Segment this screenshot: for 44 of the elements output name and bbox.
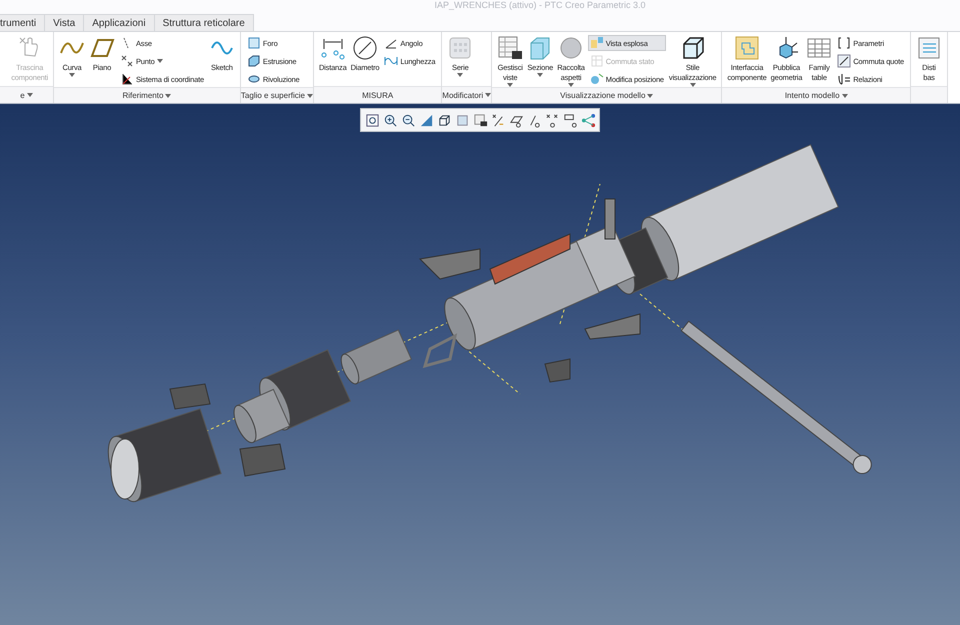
nodes-icon[interactable] — [580, 112, 596, 128]
ribbon-tab[interactable]: Vista — [44, 14, 84, 31]
caret-icon — [457, 73, 464, 77]
tool-icon — [916, 35, 942, 61]
group-label[interactable]: Visualizzazione modello — [560, 91, 646, 100]
tool-icon — [837, 54, 852, 68]
caret-icon — [165, 94, 172, 98]
tool-icon — [590, 36, 604, 50]
caret-icon — [156, 59, 163, 63]
caret-icon — [842, 94, 848, 98]
tool-icon — [837, 72, 852, 86]
caret-icon — [647, 94, 654, 98]
tool-icon — [352, 35, 378, 61]
tool-icon — [447, 35, 474, 61]
zoom-out-icon[interactable] — [400, 112, 416, 128]
tool-icon — [120, 54, 134, 68]
tool-icon — [734, 35, 760, 61]
tool-icon — [384, 54, 398, 68]
tool-icon — [246, 54, 261, 68]
group-label[interactable]: Taglio e superficie — [240, 91, 305, 100]
tool-icon — [590, 54, 604, 68]
tool-icon — [497, 35, 524, 61]
caret-icon — [485, 93, 492, 97]
tool-icon — [120, 72, 134, 86]
ribbon-tab[interactable]: trumenti — [0, 14, 46, 31]
window-title: IAP_WRENCHES (attivo) - PTC Creo Parametric 3.0 — [434, 0, 646, 10]
caret-icon — [537, 73, 544, 77]
zoom-in-icon[interactable] — [382, 112, 398, 128]
tool-icon — [837, 36, 852, 50]
points-icon[interactable] — [544, 112, 560, 128]
caret-icon — [69, 73, 75, 77]
tool-icon — [558, 35, 584, 61]
group-label[interactable]: MISURA — [362, 90, 394, 100]
tool-icon — [246, 36, 261, 50]
refit-icon[interactable] — [364, 112, 380, 128]
group-label[interactable]: Modificatori — [442, 90, 484, 100]
ribbon-tab[interactable]: Applicazioni — [83, 14, 155, 31]
caret-icon — [26, 93, 33, 97]
group-label[interactable]: Riferimento — [122, 91, 164, 100]
tool-icon — [590, 72, 604, 86]
caret-icon — [306, 94, 313, 98]
ribbon-tab[interactable]: Struttura reticolare — [154, 14, 254, 31]
group-label[interactable]: Intento modello — [784, 91, 840, 100]
group-label[interactable]: e — [20, 90, 25, 100]
